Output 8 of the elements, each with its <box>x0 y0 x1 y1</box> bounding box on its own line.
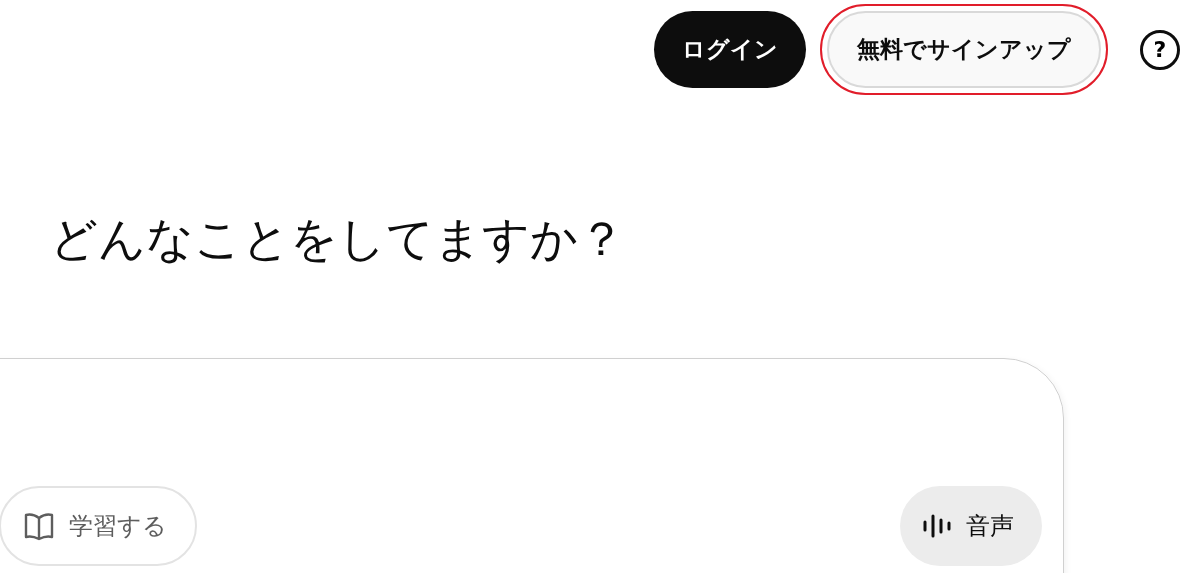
book-icon <box>23 510 55 542</box>
login-button[interactable]: ログイン <box>654 11 806 88</box>
page-heading: どんなことをしてますか？ <box>50 210 625 268</box>
waveform-icon <box>922 513 952 539</box>
help-button[interactable]: ? <box>1140 29 1180 70</box>
study-button[interactable]: 学習する <box>0 486 197 566</box>
voice-button[interactable]: 音声 <box>900 486 1042 566</box>
message-composer[interactable]: 学習する 音声 <box>0 358 1064 573</box>
